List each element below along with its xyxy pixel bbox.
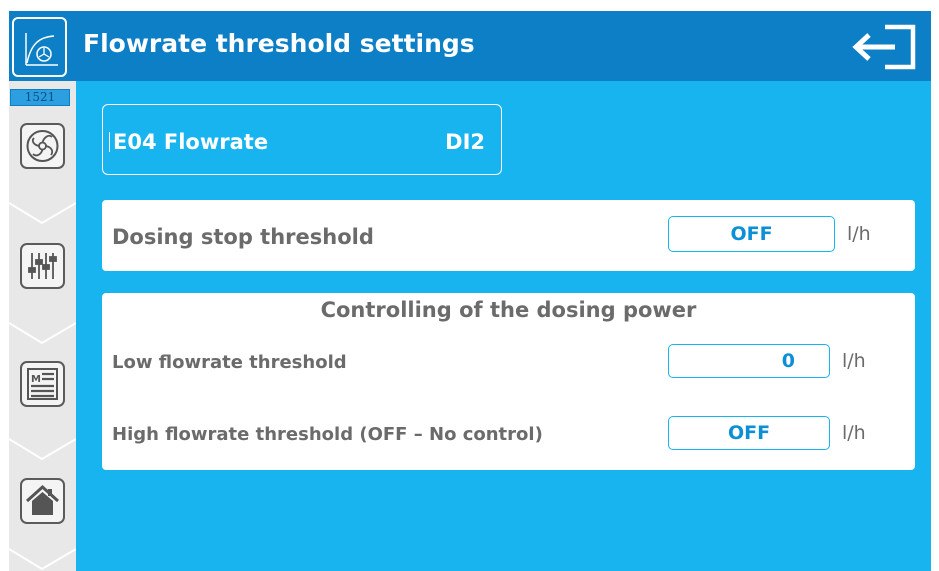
pump-fan-icon: [26, 130, 59, 162]
selection-marker: [109, 132, 110, 152]
input-name: E04 Flowrate: [113, 130, 269, 154]
sidebar: 1521 M: [9, 81, 76, 571]
counter-badge: 1521: [10, 89, 70, 106]
main-menu-button[interactable]: M: [20, 361, 65, 407]
exit-arrow-icon: [852, 24, 916, 70]
high-threshold-unit: l/h: [842, 422, 866, 444]
low-threshold-unit: l/h: [842, 350, 866, 372]
dosing-stop-field[interactable]: OFF: [668, 216, 835, 252]
settings-menu-button[interactable]: [20, 243, 65, 289]
dosing-power-heading: Controlling of the dosing power: [320, 298, 697, 322]
dosing-power-card: Controlling of the dosing power Low flow…: [102, 293, 915, 470]
flowrate-gauge-icon: [12, 17, 67, 77]
dosing-stop-unit: l/h: [847, 223, 871, 245]
svg-text:M: M: [31, 374, 41, 385]
divider-notch: [9, 202, 76, 225]
high-threshold-label: High flowrate threshold (OFF – No contro…: [112, 424, 543, 445]
menu-icon: M: [27, 368, 58, 400]
main-panel: E04 Flowrate DI2 Dosing stop threshold O…: [76, 81, 931, 571]
divider-notch: [9, 438, 76, 461]
title-bar: Flowrate threshold settings: [9, 11, 931, 81]
home-button[interactable]: [20, 478, 65, 524]
sliders-icon: [28, 253, 57, 279]
low-threshold-label: Low flowrate threshold: [112, 352, 347, 373]
page-title: Flowrate threshold settings: [83, 29, 475, 58]
divider-notch: [9, 548, 76, 571]
pump-menu-button[interactable]: [20, 123, 65, 169]
input-selector[interactable]: E04 Flowrate DI2: [102, 104, 502, 175]
exit-button[interactable]: [847, 23, 919, 71]
divider-notch: [9, 322, 76, 345]
home-icon: [25, 484, 60, 515]
dosing-stop-label: Dosing stop threshold: [112, 225, 374, 249]
input-channel: DI2: [445, 130, 485, 154]
high-threshold-field[interactable]: OFF: [668, 416, 830, 450]
dosing-stop-card: Dosing stop threshold OFF l/h: [102, 200, 915, 271]
low-threshold-field[interactable]: 0: [668, 344, 830, 378]
